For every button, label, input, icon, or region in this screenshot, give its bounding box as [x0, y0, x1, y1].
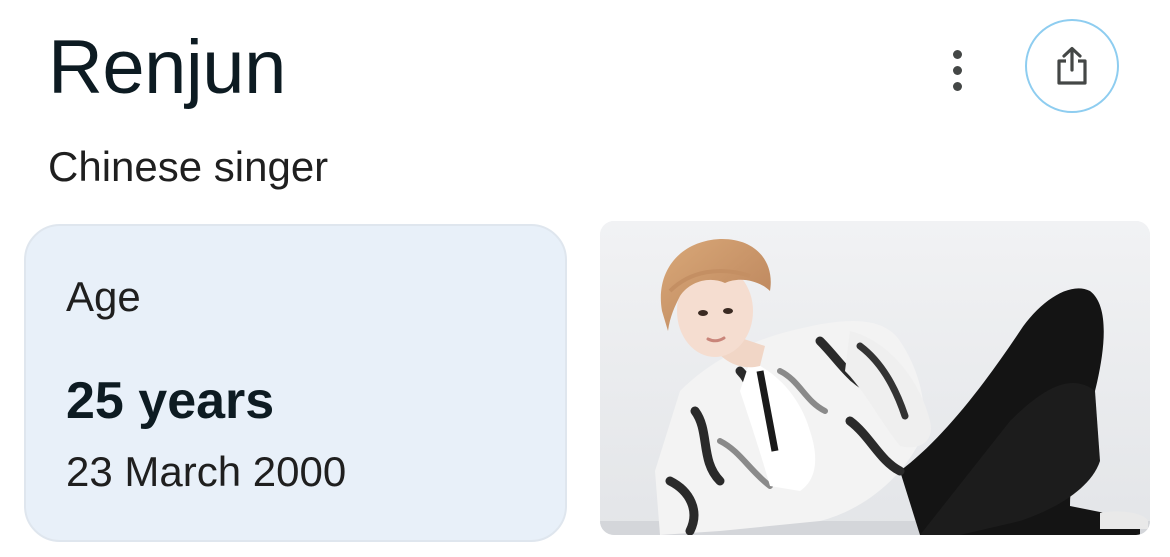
entity-subtitle: Chinese singer — [48, 143, 329, 190]
more-vert-icon-dot — [952, 81, 962, 91]
share-button[interactable] — [1025, 19, 1119, 113]
entity-title: Renjun — [48, 25, 286, 110]
knowledge-panel: Renjun Chinese singer Age 25 years 23 Ma… — [0, 0, 1170, 557]
entity-photo[interactable] — [600, 221, 1150, 535]
age-label: Age — [66, 273, 141, 320]
age-card[interactable]: Age 25 years 23 March 2000 — [24, 224, 567, 542]
more-vert-icon — [952, 49, 962, 59]
more-options-button[interactable] — [933, 44, 981, 96]
birth-date: 23 March 2000 — [66, 448, 347, 495]
share-icon — [1057, 46, 1087, 85]
age-value: 25 years — [66, 372, 275, 430]
more-vert-icon-dot — [952, 65, 962, 75]
person-photo-illustration — [600, 221, 1150, 535]
